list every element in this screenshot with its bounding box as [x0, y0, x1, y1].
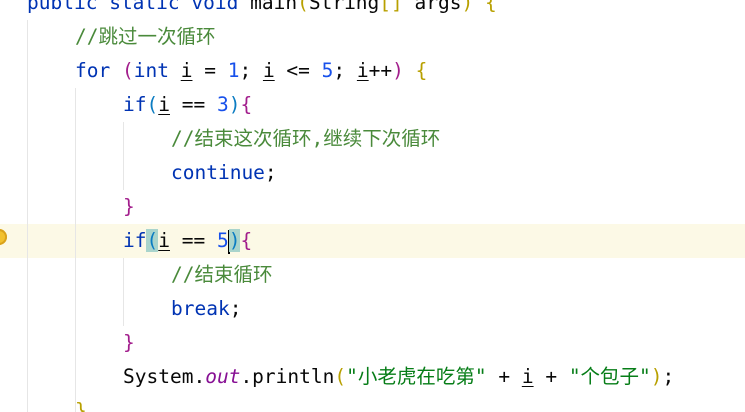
- number-literal: 3: [216, 93, 229, 116]
- code-line-comment[interactable]: //结束这次循环,继续下次循环: [171, 122, 440, 156]
- class-name: System: [123, 365, 194, 388]
- brace-close: }: [123, 331, 135, 354]
- keyword-int: int: [133, 59, 169, 82]
- code-line-if-3[interactable]: if(i == 3){: [123, 88, 252, 122]
- paren-open: (: [334, 365, 347, 388]
- indent-guide: [123, 122, 124, 190]
- keyword-continue: continue: [171, 161, 265, 184]
- code-line-close-brace[interactable]: }: [123, 326, 135, 360]
- semicolon: ;: [229, 297, 242, 320]
- comment: //跳过一次循环: [75, 25, 216, 48]
- variable-i: i: [262, 59, 275, 82]
- brace-open: {: [485, 0, 497, 14]
- brace-close: }: [123, 195, 135, 218]
- operator: <=: [274, 59, 322, 82]
- separator: ;: [333, 59, 357, 82]
- number-literal: 1: [227, 59, 240, 82]
- keyword-break: break: [171, 297, 230, 320]
- operator: ==: [169, 229, 217, 252]
- paren-close: ): [392, 59, 404, 82]
- keyword-public: public: [27, 0, 98, 14]
- variable-i: i: [180, 59, 193, 82]
- code-line-continue[interactable]: continue;: [171, 156, 277, 190]
- variable-i: i: [158, 229, 170, 252]
- paren-close: ): [461, 0, 474, 14]
- operator: +: [486, 365, 522, 388]
- comment: //结束这次循环,继续下次循环: [171, 127, 441, 150]
- brace-close: }: [75, 399, 87, 412]
- code-line-comment[interactable]: //结束循环: [171, 258, 272, 292]
- indent-guide: [27, 20, 28, 412]
- keyword-static: static: [109, 0, 180, 14]
- paren-open: (: [297, 0, 309, 14]
- operator: +: [533, 365, 569, 388]
- paren-close: ): [228, 93, 241, 116]
- string-literal: "小老虎在吃第": [346, 365, 487, 388]
- indent-guide: [123, 258, 124, 326]
- code-line-println[interactable]: System.out.println("小老虎在吃第" + i + "个包子")…: [123, 360, 674, 394]
- array-brackets: []: [379, 0, 403, 14]
- keyword-if: if: [123, 229, 147, 252]
- indent-guide: [75, 88, 76, 412]
- method-name: main: [250, 0, 298, 14]
- comment: //结束循环: [171, 263, 273, 286]
- string-literal: "个包子": [568, 365, 651, 388]
- keyword-if: if: [123, 93, 147, 116]
- keyword-void: void: [191, 0, 239, 14]
- brace-open: {: [415, 59, 428, 82]
- code-line-for[interactable]: for (int i = 1; i <= 5; i++) {: [75, 54, 427, 88]
- operator: ==: [169, 93, 217, 116]
- code-line-close-brace[interactable]: }: [123, 190, 135, 224]
- paren-close-matched: ): [228, 229, 241, 252]
- param-name: args: [414, 0, 462, 14]
- semicolon: ;: [264, 161, 277, 184]
- semicolon: ;: [662, 365, 675, 388]
- paren-open: (: [146, 93, 159, 116]
- dot: .: [193, 365, 206, 388]
- code-line-if-5[interactable]: if(i == 5){: [123, 224, 252, 258]
- code-line-comment[interactable]: //跳过一次循环: [75, 20, 215, 54]
- code-line-break[interactable]: break;: [171, 292, 241, 326]
- operator: =: [192, 59, 228, 82]
- code-line-main-signature[interactable]: public static void main(String[] args) {: [27, 0, 497, 20]
- variable-i: i: [158, 93, 170, 116]
- method-call: .println: [240, 365, 335, 388]
- brace-open: {: [240, 229, 253, 252]
- separator: ;: [239, 59, 263, 82]
- operator: ++: [368, 59, 393, 82]
- type-name: String: [308, 0, 380, 14]
- variable-i: i: [521, 365, 534, 388]
- code-line-close-brace[interactable]: }: [75, 394, 87, 412]
- brace-open: {: [240, 93, 253, 116]
- paren-close: ): [650, 365, 663, 388]
- current-line-highlight: [0, 224, 745, 258]
- static-field: out: [205, 365, 241, 388]
- paren-open: (: [121, 59, 134, 82]
- paren-open-matched: (: [146, 229, 159, 252]
- keyword-for: for: [75, 59, 111, 82]
- number-literal: 5: [321, 59, 334, 82]
- variable-i: i: [356, 59, 369, 82]
- code-editor[interactable]: public static void main(String[] args) {…: [0, 0, 745, 412]
